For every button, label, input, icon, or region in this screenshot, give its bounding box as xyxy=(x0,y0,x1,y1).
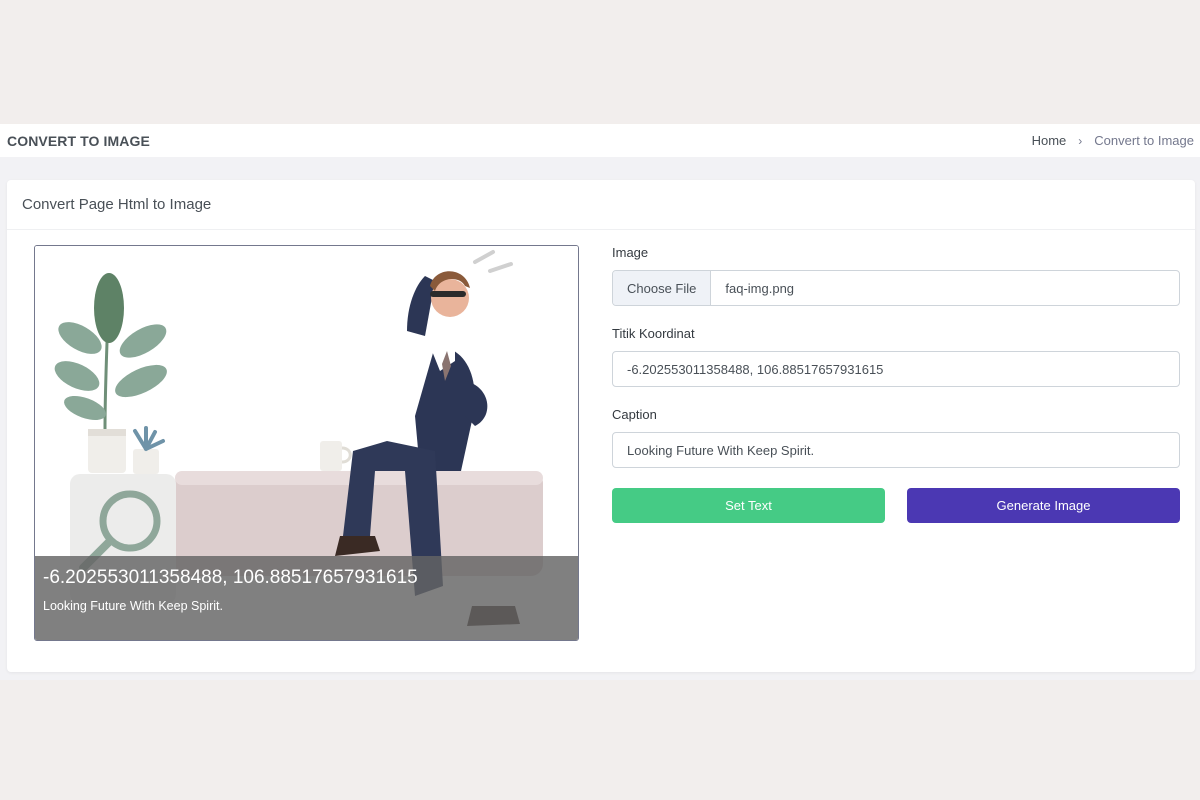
converter-card: Convert Page Html to Image -6.2025530113… xyxy=(7,180,1195,672)
choose-file-button[interactable]: Choose File xyxy=(613,271,712,305)
caption-input[interactable]: Looking Future With Keep Spirit. xyxy=(612,432,1180,468)
breadcrumb-current: Convert to Image xyxy=(1094,133,1194,148)
coordinate-input[interactable]: -6.202553011358488, 106.88517657931615 xyxy=(612,351,1180,387)
coordinate-label: Titik Koordinat xyxy=(612,326,695,341)
image-label: Image xyxy=(612,245,649,260)
breadcrumb-home-link[interactable]: Home xyxy=(1032,133,1067,148)
caption-label: Caption xyxy=(612,407,657,422)
button-row: Set Text Generate Image xyxy=(612,488,1180,523)
chevron-right-icon: › xyxy=(1078,133,1083,148)
top-backdrop xyxy=(0,0,1200,124)
image-file-input[interactable]: Choose File faq-img.png xyxy=(612,270,1180,306)
page-title: CONVERT TO IMAGE xyxy=(7,132,150,149)
overlay-caption-text: Looking Future With Keep Spirit. xyxy=(43,599,223,613)
converter-form: Image Choose File faq-img.png Titik Koor… xyxy=(612,245,1180,523)
card-title: Convert Page Html to Image xyxy=(7,180,1195,230)
file-name: faq-img.png xyxy=(725,280,795,296)
set-text-button[interactable]: Set Text xyxy=(612,488,885,523)
page-header: CONVERT TO IMAGE Home › Convert to Image xyxy=(0,124,1200,157)
overlay-coordinate-text: -6.202553011358488, 106.88517657931615 xyxy=(43,567,418,588)
image-preview: -6.202553011358488, 106.88517657931615 L… xyxy=(34,245,579,641)
bottom-backdrop xyxy=(0,680,1200,800)
preview-overlay: -6.202553011358488, 106.88517657931615 L… xyxy=(35,556,578,640)
breadcrumb: Home › Convert to Image xyxy=(1032,133,1194,148)
generate-image-button[interactable]: Generate Image xyxy=(907,488,1180,523)
